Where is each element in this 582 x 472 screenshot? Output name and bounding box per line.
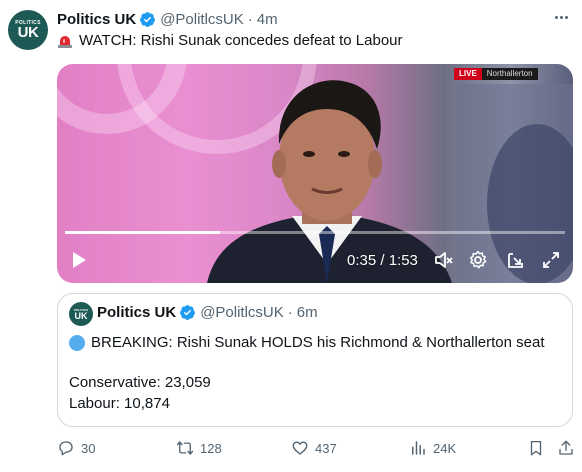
live-label: LIVE [454,68,482,80]
video-progress-fill [65,231,220,234]
reply-button[interactable]: 30 [57,436,95,460]
quoted-tweet-time: 6m [296,304,318,321]
quoted-tweet[interactable]: POLITICS UK Politics UK @PolitlcsUK · 6m… [57,293,573,427]
rotating-light-icon [58,36,72,48]
quoted-author-handle: @PolitlcsUK [200,304,284,321]
more-options-icon[interactable] [551,7,571,27]
share-button[interactable] [557,436,575,460]
author-name[interactable]: Politics UK [57,11,136,28]
bookmark-icon [530,440,542,456]
quoted-tweet-header: Politics UK @PolitlcsUK · 6m [97,304,318,321]
avatar-main-text: UK [74,310,88,321]
fullscreen-button[interactable] [540,248,562,272]
separator-dot: · [287,304,293,321]
tweet-text: WATCH: Rishi Sunak concedes defeat to La… [57,32,403,50]
blue-circle-icon [69,335,85,351]
tweet-body: WATCH: Rishi Sunak concedes defeat to La… [79,32,403,49]
result-conservative: Conservative: 23,059 [69,374,211,391]
reply-count: 30 [81,440,96,456]
mute-button[interactable] [433,248,455,272]
settings-button[interactable] [467,248,489,272]
quoted-breaking-text: BREAKING: Rishi Sunak HOLDS his Richmond… [91,334,545,351]
video-progress-bar[interactable] [65,231,565,234]
video-timecode: 0:35 / 1:53 [347,252,418,269]
quoted-breaking-line: BREAKING: Rishi Sunak HOLDS his Richmond… [69,334,545,352]
retweet-icon [176,441,194,455]
retweet-button[interactable]: 128 [176,436,222,460]
verified-badge-icon [180,305,196,320]
reply-icon [59,441,73,456]
gear-icon [469,250,487,269]
video-frame-speaker [207,80,573,283]
fullscreen-icon [543,252,559,268]
play-button[interactable] [69,248,89,272]
location-label: Northallerton [481,68,538,80]
like-button[interactable]: 437 [291,436,337,460]
bookmark-button[interactable] [527,436,545,460]
video-player[interactable]: LIVE Northallerton 0:35 / 1:53 [57,64,573,283]
popout-button[interactable] [505,248,527,272]
play-icon [73,252,86,268]
quoted-author-name: Politics UK [97,304,177,321]
tweet-time[interactable]: 4m [257,11,278,28]
like-count: 437 [315,440,337,456]
quoted-author-avatar: POLITICS UK [69,302,93,326]
avatar-main-text: UK [17,24,39,41]
author-avatar[interactable]: POLITICS UK [8,10,48,50]
verified-badge-icon [140,11,156,27]
author-handle[interactable]: @PolitlcsUK [160,11,244,28]
separator-dot: · [247,10,253,28]
volume-muted-icon [435,252,453,268]
views-count: 24K [433,440,457,456]
popout-icon [508,253,523,268]
heart-icon [292,441,308,455]
live-badge: LIVE Northallerton [454,68,538,80]
result-labour: Labour: 10,874 [69,395,170,412]
analytics-icon [412,441,425,455]
tweet-header: Politics UK @PolitlcsUK · 4m [57,10,278,28]
share-icon [559,440,573,455]
tweet-actions-bar: 30 128 437 24K [57,436,573,460]
retweet-count: 128 [200,440,222,456]
views-button[interactable]: 24K [409,436,456,460]
